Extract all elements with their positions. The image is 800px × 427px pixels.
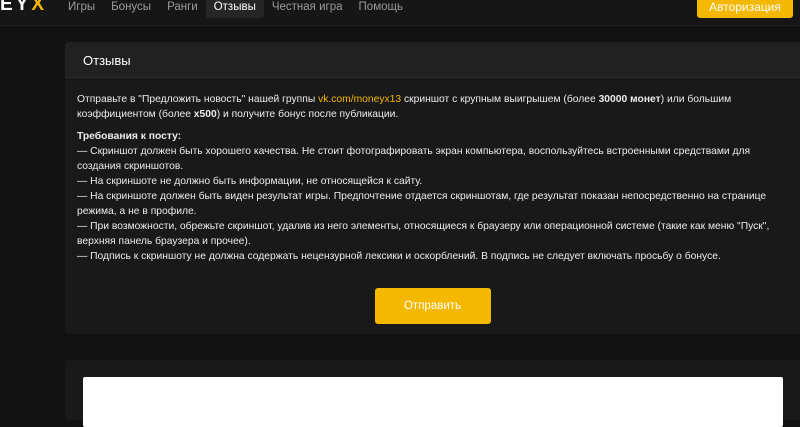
- login-button[interactable]: Авторизация: [697, 0, 793, 18]
- top-navigation-bar: EYX Игры Бонусы Ранги Отзывы Честная игр…: [0, 0, 800, 26]
- intro-coins-threshold: 30000 монет: [598, 94, 661, 105]
- reviews-intro: Отправьте в "Предложить новость" нашей г…: [77, 92, 777, 122]
- requirement-item: — На скриншоте не должно быть информации…: [77, 176, 423, 187]
- nav-item-bonuses[interactable]: Бонусы: [103, 0, 159, 18]
- requirement-item: — Подпись к скриншоту не должна содержат…: [77, 251, 721, 262]
- requirement-item: — Скриншот должен быть хорошего качества…: [77, 146, 751, 172]
- logo-accent: X: [31, 0, 48, 15]
- intro-text-4: ) и получите бонус после публикации.: [216, 109, 399, 120]
- intro-text-1: Отправьте в "Предложить новость" нашей г…: [77, 94, 319, 105]
- submit-button[interactable]: Отправить: [374, 288, 491, 324]
- requirements-title: Требования к посту:: [77, 131, 182, 142]
- main-nav: Игры Бонусы Ранги Отзывы Честная игра По…: [60, 0, 411, 18]
- nav-item-fair-game[interactable]: Честная игра: [264, 0, 351, 18]
- reviews-feed-panel: [83, 377, 783, 427]
- reviews-feed-section: [65, 360, 800, 427]
- nav-item-reviews[interactable]: Отзывы: [205, 0, 264, 18]
- intro-text-2: скриншот с крупным выигрышем (более: [401, 94, 599, 105]
- reviews-title: Отзывы: [65, 42, 800, 78]
- intro-multiplier-threshold: x500: [193, 109, 217, 120]
- reviews-body: Отправьте в "Предложить новость" нашей г…: [65, 78, 800, 264]
- site-logo[interactable]: EYX: [0, 0, 47, 16]
- nav-item-help[interactable]: Помощь: [351, 0, 411, 18]
- requirement-item: — На скриншоте должен быть виден результ…: [77, 191, 767, 217]
- nav-item-ranks[interactable]: Ранги: [159, 0, 206, 18]
- reviews-card: Отзывы Отправьте в "Предложить новость" …: [65, 42, 800, 334]
- nav-item-games[interactable]: Игры: [60, 0, 103, 18]
- requirements-list: — Скриншот должен быть хорошего качества…: [77, 144, 787, 264]
- requirement-item: — При возможности, обрежьте скриншот, уд…: [77, 221, 770, 247]
- vk-group-link[interactable]: vk.com/moneyx13: [318, 94, 401, 105]
- logo-text: EY: [0, 0, 32, 15]
- submit-wrapper: Отправить: [65, 288, 800, 324]
